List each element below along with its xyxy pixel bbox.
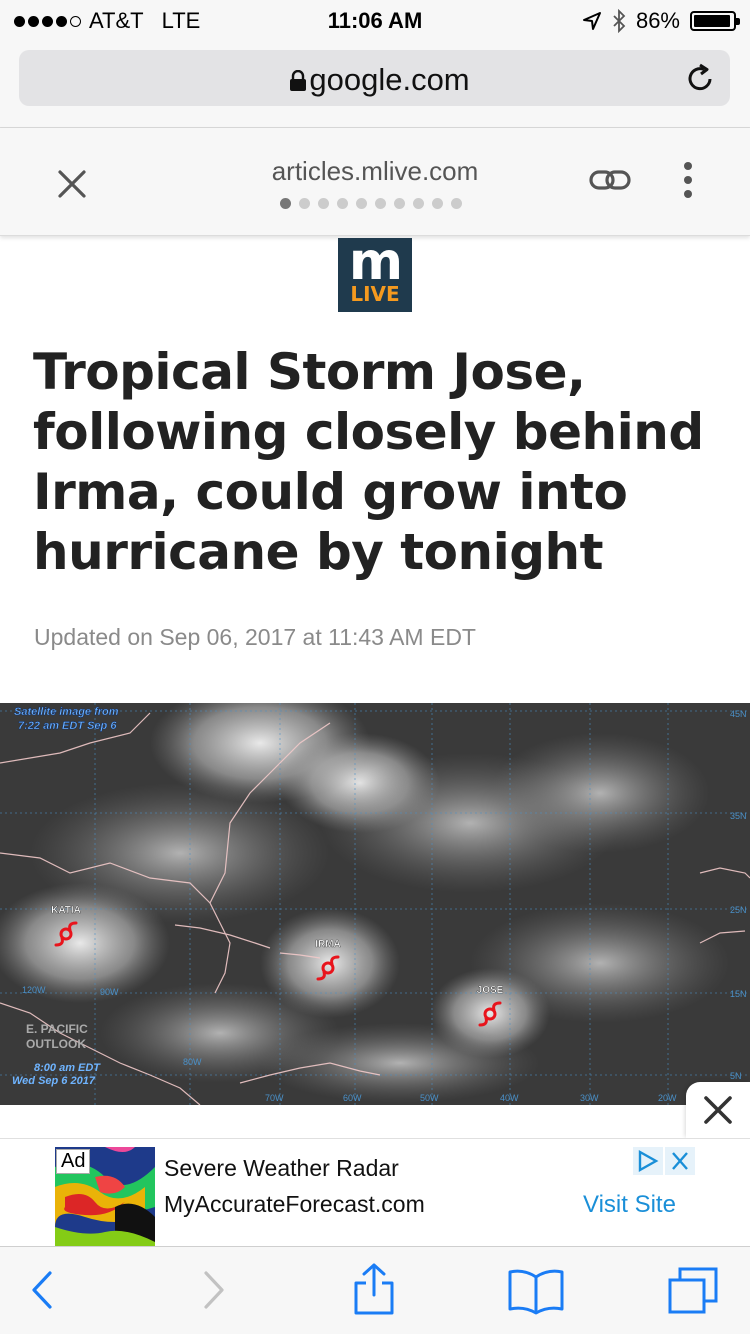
mlive-logo[interactable]: m LIVE [338,232,412,312]
page-dot [451,198,462,209]
storm-name: KATIA [51,905,81,916]
ad-label: Ad [56,1149,91,1174]
bluetooth-icon [613,9,626,33]
longitude-label: 90W [100,987,119,997]
tabs-icon[interactable] [666,1265,722,1315]
location-arrow-icon [582,12,601,30]
caption-line-2: 7:22 am EDT Sep 6 [18,720,117,732]
page-dot [318,198,329,209]
satellite-image[interactable]: Satellite image from 7:22 am EDT Sep 6 E… [0,703,750,1105]
status-bar: AT&T LTE 11:06 AM 86% [0,0,750,40]
longitude-label: 70W [265,1093,284,1103]
ad-title: Severe Weather Radar [164,1155,399,1181]
page-indicator [280,198,462,209]
longitude-label: 20W [658,1093,677,1103]
ad-site: MyAccurateForecast.com [164,1191,425,1217]
outlook-line-1: E. PACIFIC [26,1022,88,1036]
latitude-label: 45N [730,709,747,719]
url-text: google.com [309,62,470,97]
latitude-label: 25N [730,905,747,915]
latitude-label: 35N [730,811,747,821]
link-icon[interactable] [588,164,632,196]
browser-address-area: google.com [0,40,750,128]
page-dot [394,198,405,209]
longitude-label: 120W [22,985,46,995]
close-icon [704,1096,732,1124]
ad-close-button[interactable] [686,1082,750,1138]
caption-line-1: Satellite image from [14,706,119,718]
logo-live: LIVE [350,282,400,306]
more-vertical-icon[interactable] [680,160,696,200]
longitude-label: 30W [580,1093,599,1103]
browser-toolbar [0,1246,750,1334]
forward-icon[interactable] [184,1265,240,1315]
page-dot [413,198,424,209]
page-dot [299,198,310,209]
amp-viewer-header: articles.mlive.com [0,128,750,236]
longitude-label: 80W [183,1057,202,1067]
page-dot [337,198,348,209]
page-dot [356,198,367,209]
article-updated-time: Updated on Sep 06, 2017 at 11:43 AM EDT [34,624,476,650]
back-icon[interactable] [16,1265,72,1315]
address-bar[interactable]: google.com [19,50,730,106]
share-icon[interactable] [346,1261,402,1317]
ad-banner[interactable]: Ad Severe Weather Radar MyAccurateForeca… [0,1138,750,1247]
latitude-label: 5N [730,1071,742,1081]
page-dot [280,198,291,209]
outlook-line-2: OUTLOOK [26,1037,86,1051]
reload-icon[interactable] [684,62,716,94]
longitude-label: 50W [420,1093,439,1103]
status-right: 86% [582,8,740,34]
longitude-label: 40W [500,1093,519,1103]
storm-name: JOSE [477,985,504,996]
battery-icon [690,11,740,31]
article-headline: Tropical Storm Jose, following closely b… [33,343,704,581]
longitude-label: 60W [343,1093,362,1103]
bookmarks-icon[interactable] [506,1265,566,1315]
page-dot [432,198,443,209]
outlook-time-line-1: 8:00 am EDT [34,1062,101,1074]
page-dot [375,198,386,209]
latitude-label: 15N [730,989,747,999]
outlook-time-line-2: Wed Sep 6 2017 [12,1075,96,1087]
visit-site-button[interactable]: Visit Site [583,1191,676,1219]
storm-name: IRMA [315,939,341,950]
amp-domain: articles.mlive.com [271,156,479,186]
adchoices-icon[interactable] [633,1147,695,1175]
battery-percent: 86% [635,8,680,33]
satellite-map: Satellite image from 7:22 am EDT Sep 6 E… [0,703,750,1105]
